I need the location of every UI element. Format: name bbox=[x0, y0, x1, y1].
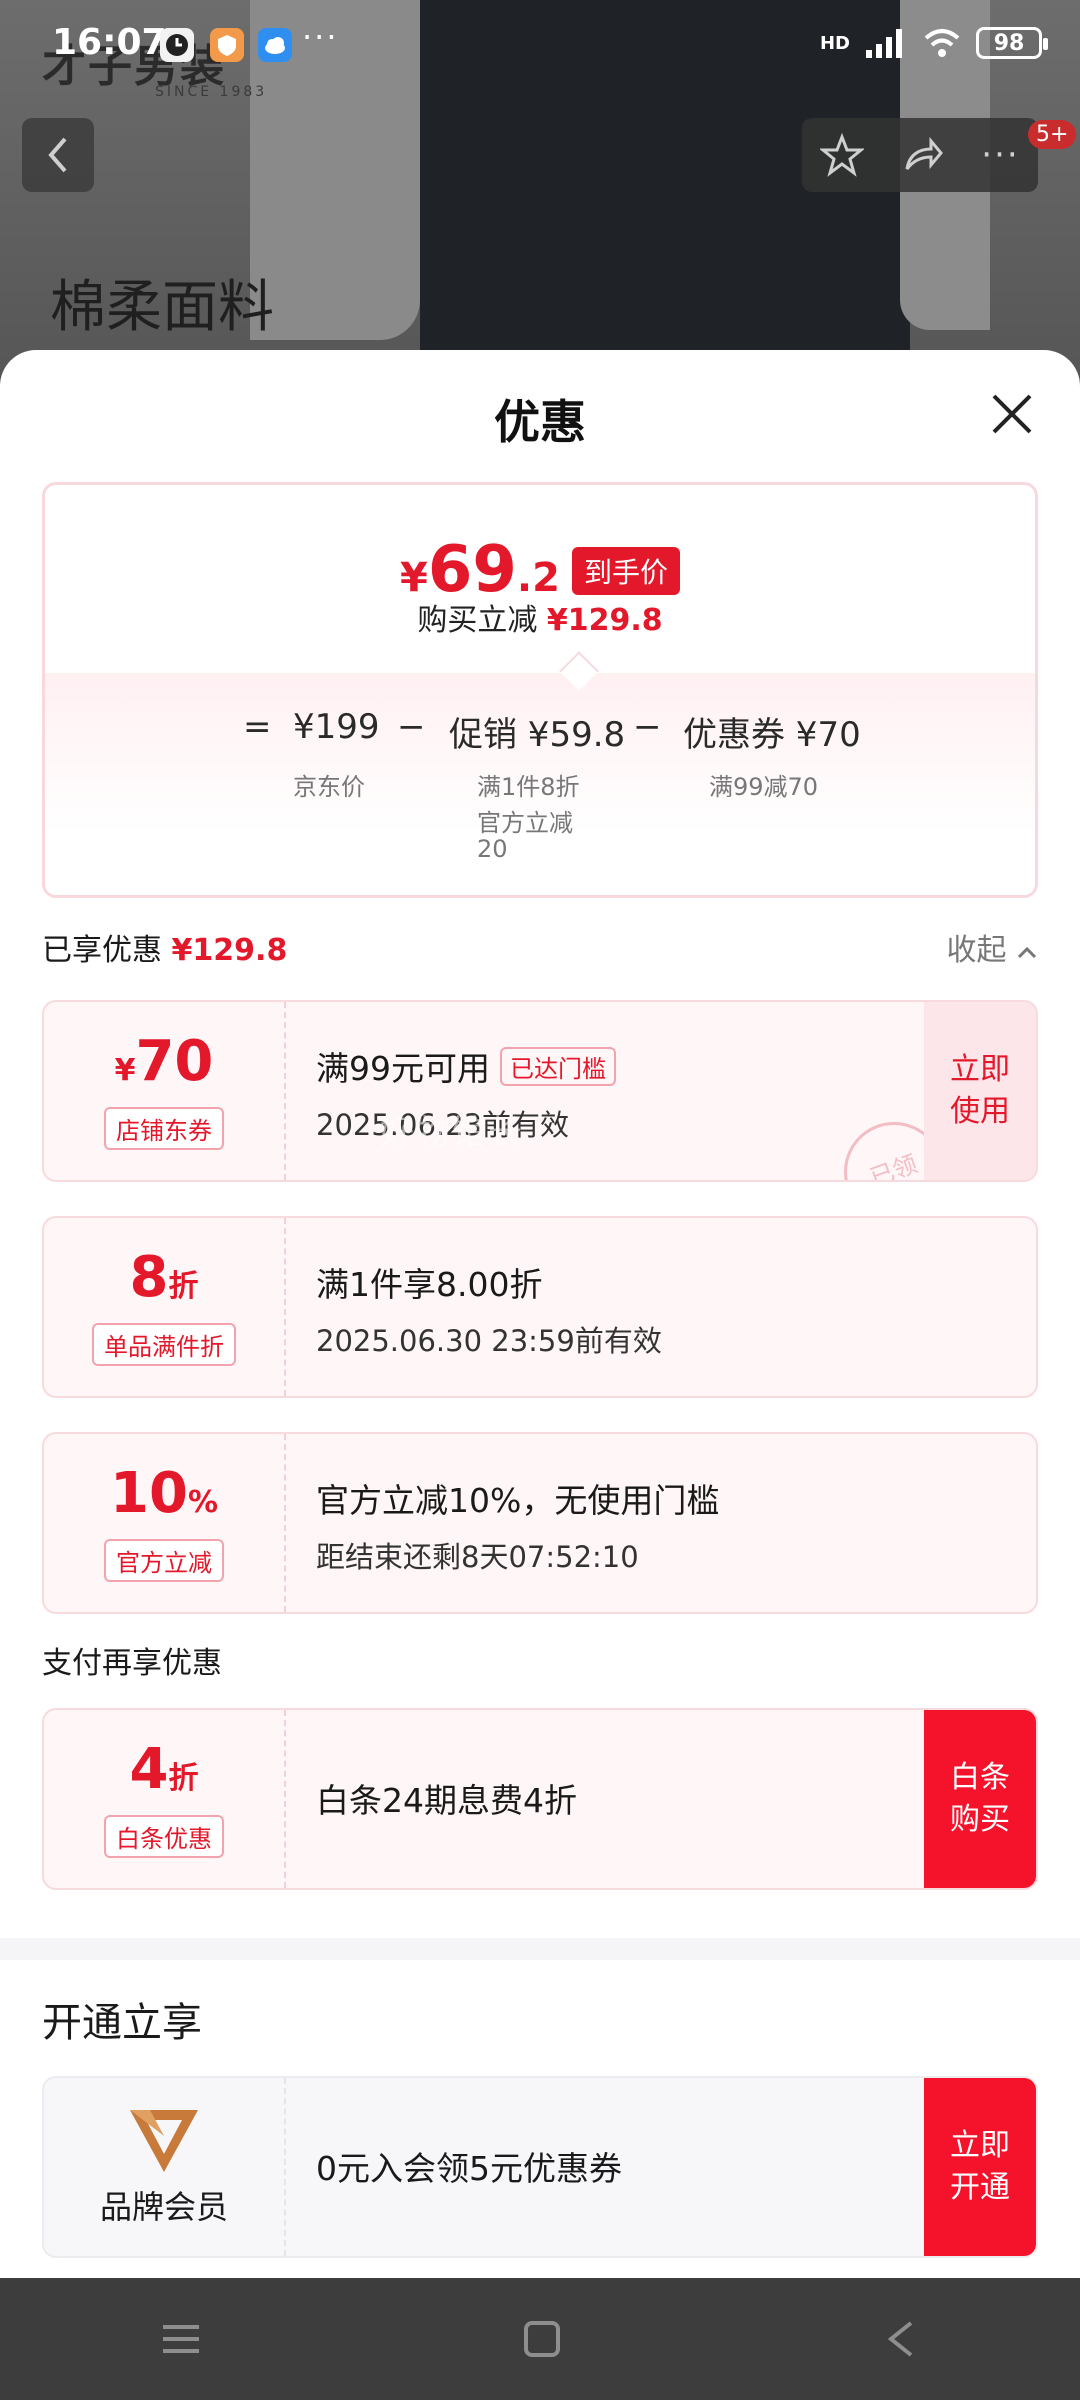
clock-app-icon bbox=[160, 28, 194, 62]
promo-amount: 促销 ¥59.8 bbox=[449, 715, 626, 755]
jd-price: ¥199 bbox=[293, 707, 380, 747]
threshold-met-tag: 已达门槛 bbox=[500, 1046, 616, 1086]
discount-amount: 10% bbox=[110, 1461, 218, 1526]
back-button[interactable] bbox=[22, 118, 94, 192]
discount-amount: 8折 bbox=[129, 1245, 199, 1310]
coupon-condition: 满99元可用 bbox=[316, 1049, 490, 1088]
brand-member-logo-icon bbox=[130, 2110, 198, 2172]
hd-label: HD bbox=[819, 32, 850, 54]
chevron-left-icon bbox=[48, 137, 67, 173]
join-member-button[interactable]: 立即 开通 bbox=[924, 2078, 1036, 2256]
menu-icon[interactable] bbox=[159, 2319, 203, 2359]
discount-type-pill: 官方立减 bbox=[104, 1539, 224, 1582]
instant-reduction: 购买立减 ¥129.8 bbox=[417, 603, 663, 638]
price-summary: ¥69.2 到手价 购买立减 ¥129.8 = ¥199 京东价 − 促销 ¥5… bbox=[42, 482, 1038, 898]
battery-indicator: 98 bbox=[976, 27, 1048, 59]
sheet-title: 优惠 bbox=[494, 395, 586, 449]
cloud-app-icon bbox=[258, 28, 292, 62]
close-button[interactable] bbox=[986, 390, 1038, 442]
baitiao-info: 白条24期息费4折 bbox=[316, 1774, 577, 1822]
status-bar: 16:07 ··· HD 98 bbox=[0, 0, 1080, 90]
more-icon[interactable]: ··· bbox=[981, 135, 1019, 175]
status-time: 16:07 bbox=[52, 22, 167, 63]
countdown-text: 距结束还剩8天07:52:10 bbox=[316, 1540, 639, 1574]
collapse-toggle[interactable]: 收起 bbox=[946, 925, 1038, 969]
discount-info: 官方立减10%，无使用门槛 距结束还剩8天07:52:10 bbox=[316, 1474, 719, 1576]
formula-minus-1: − bbox=[397, 707, 426, 747]
baitiao-card: 4折 白条优惠 白条24期息费4折 白条 购买 bbox=[42, 1708, 1038, 1890]
discount-condition: 官方立减10%，无使用门槛 bbox=[316, 1481, 720, 1520]
status-right-group: HD 98 bbox=[819, 26, 1048, 60]
member-card: 品牌会员 0元入会领5元优惠券 立即 开通 bbox=[42, 2076, 1038, 2258]
enjoyed-discount: 已享优惠 ¥129.8 bbox=[42, 933, 288, 968]
watermark: 好物馆长 bbox=[380, 1113, 524, 1153]
promo-sub-3: 20 bbox=[477, 835, 508, 863]
coupon-left: ¥70 店铺东券 bbox=[44, 1002, 286, 1180]
chevron-up-icon bbox=[1017, 946, 1037, 959]
discount-left: 10% 官方立减 bbox=[44, 1434, 286, 1612]
system-nav-bar bbox=[0, 2278, 1080, 2400]
use-now-button[interactable]: 立即 使用 bbox=[924, 1002, 1036, 1180]
member-left: 品牌会员 bbox=[44, 2078, 286, 2256]
coupon-card-store: ¥70 店铺东券 满99元可用 已达门槛 2025.06.23前有效 已领 立即使… bbox=[42, 1000, 1038, 1182]
status-more-dots: ··· bbox=[302, 18, 339, 56]
shield-app-icon bbox=[210, 28, 244, 62]
close-icon bbox=[992, 394, 1032, 434]
home-square-icon[interactable] bbox=[520, 2317, 564, 2361]
discount-card-single-item: 8折 单品满件折 满1件享8.00折 2025.06.30 23:59前有效 bbox=[42, 1216, 1038, 1398]
final-price-tag: 到手价 bbox=[571, 547, 680, 595]
discount-validity: 2025.06.30 23:59前有效 bbox=[316, 1324, 662, 1358]
baitiao-buy-button[interactable]: 白条 购买 bbox=[924, 1710, 1036, 1888]
notification-badge: 5+ bbox=[1028, 120, 1077, 149]
product-headline: 棉柔面料 bbox=[50, 275, 274, 340]
baitiao-left: 4折 白条优惠 bbox=[44, 1710, 286, 1888]
discount-sheet: 优惠 ¥69.2 到手价 购买立减 ¥129.8 = ¥199 京东价 − 促销… bbox=[0, 350, 1080, 2278]
jd-price-label: 京东价 bbox=[293, 773, 365, 801]
discount-card-official: 10% 官方立减 官方立减10%，无使用门槛 距结束还剩8天07:52:10 bbox=[42, 1432, 1038, 1614]
discount-left: 8折 单品满件折 bbox=[44, 1218, 286, 1396]
baitiao-condition: 白条24期息费4折 bbox=[316, 1781, 577, 1820]
share-icon[interactable] bbox=[901, 133, 945, 177]
pay-section-label: 支付再享优惠 bbox=[42, 1646, 222, 1681]
member-name: 品牌会员 bbox=[99, 2188, 228, 2226]
baitiao-amount: 4折 bbox=[129, 1737, 199, 1802]
signal-icon bbox=[866, 29, 902, 58]
formula-minus-2: − bbox=[633, 707, 662, 747]
star-icon[interactable] bbox=[820, 133, 865, 177]
discount-info: 满1件享8.00折 2025.06.30 23:59前有效 bbox=[316, 1258, 662, 1360]
wifi-icon bbox=[924, 29, 960, 57]
coupon-amount: ¥70 bbox=[114, 1029, 214, 1094]
promo-sub-1: 满1件8折 bbox=[477, 773, 580, 801]
promo-sub-2: 官方立减 bbox=[477, 809, 573, 837]
coupon-amount: 优惠券 ¥70 bbox=[683, 715, 861, 755]
member-section-label: 开通立享 bbox=[42, 2000, 202, 2046]
discount-condition: 满1件享8.00折 bbox=[316, 1265, 543, 1304]
member-info: 0元入会领5元优惠券 bbox=[316, 2142, 622, 2190]
back-triangle-icon[interactable] bbox=[881, 2317, 921, 2361]
discount-type-pill: 单品满件折 bbox=[92, 1323, 236, 1366]
baitiao-type-pill: 白条优惠 bbox=[104, 1815, 224, 1858]
top-action-group: ··· bbox=[802, 118, 1038, 192]
coupon-sub: 满99减70 bbox=[709, 773, 819, 801]
section-divider bbox=[0, 1938, 1080, 1960]
formula-equals: = bbox=[243, 707, 272, 747]
member-offer: 0元入会领5元优惠券 bbox=[316, 2149, 622, 2188]
coupon-type-pill: 店铺东券 bbox=[104, 1107, 224, 1150]
